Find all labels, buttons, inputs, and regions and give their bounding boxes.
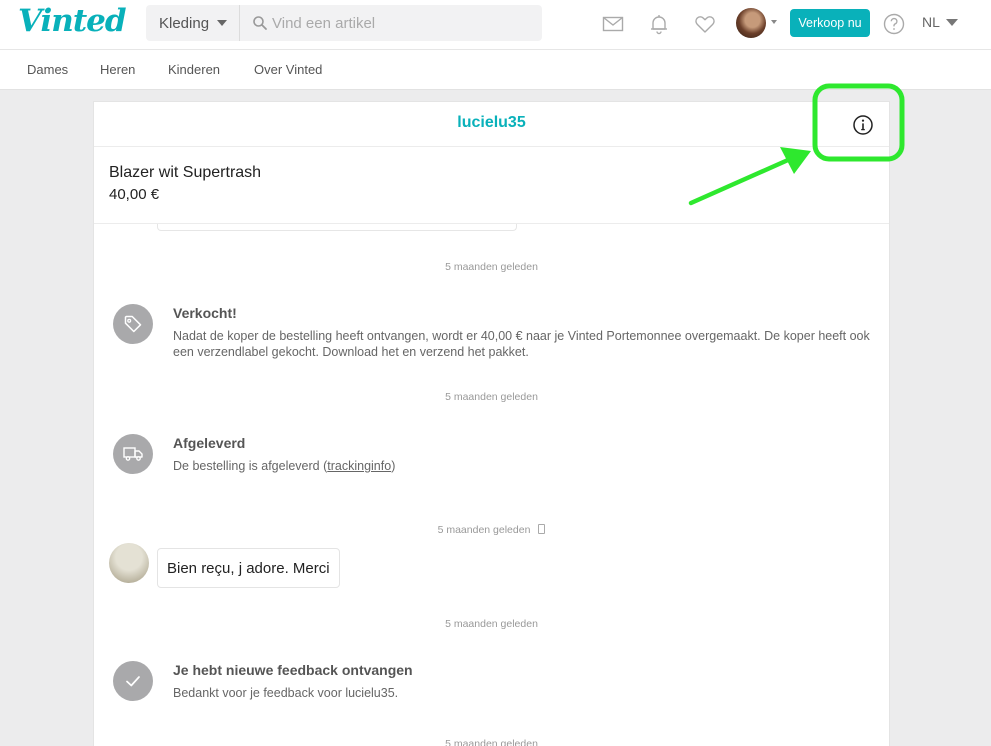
buyer-avatar[interactable] xyxy=(109,543,149,583)
truck-icon xyxy=(123,447,143,461)
event-text-prefix: De bestelling is afgeleverd ( xyxy=(173,459,328,473)
language-select[interactable]: NL xyxy=(922,14,958,30)
event-text: De bestelling is afgeleverd (trackinginf… xyxy=(173,458,873,474)
event-timestamp: 5 maanden geleden xyxy=(445,738,538,746)
mail-icon[interactable] xyxy=(601,12,625,36)
event-timestamp: 5 maanden geleden xyxy=(445,618,538,630)
sell-now-button[interactable]: Verkoop nu xyxy=(790,9,870,37)
category-nav: Dames Heren Kinderen Over Vinted xyxy=(0,50,991,90)
event-icon-circle xyxy=(113,304,153,344)
event-text: Nadat de koper de bestelling heeft ontva… xyxy=(173,329,870,359)
conversation-username[interactable]: lucielu35 xyxy=(94,114,889,132)
category-select-label: Kleding xyxy=(159,14,210,32)
help-icon[interactable] xyxy=(882,12,906,36)
item-title: Blazer wit Supertrash xyxy=(109,164,262,181)
category-select[interactable]: Kleding xyxy=(146,5,240,41)
nav-item-kinderen[interactable]: Kinderen xyxy=(168,62,220,77)
conversation-panel: lucielu35 Blazer wit Supertrash 40,00 € … xyxy=(93,101,890,746)
event-title: Afgeleverd xyxy=(173,435,246,451)
event-icon-circle xyxy=(113,434,153,474)
top-bar: Vinted Kleding Verkoop nu NL xyxy=(0,0,991,50)
info-icon[interactable] xyxy=(852,114,874,136)
message-bubble: Bien reçu, j adore. Merci xyxy=(157,548,340,588)
tracking-info-link[interactable]: trackinginfo xyxy=(327,459,391,473)
event-icon-circle xyxy=(113,661,153,701)
item-price: 40,00 € xyxy=(109,186,160,203)
mobile-device-icon xyxy=(538,524,546,534)
search-bar: Kleding xyxy=(146,5,542,41)
event-timestamp: 5 maanden geleden xyxy=(445,261,538,273)
language-label: NL xyxy=(922,14,940,30)
event-title: Je hebt nieuwe feedback ontvangen xyxy=(173,662,413,678)
heart-icon[interactable] xyxy=(693,12,717,36)
bell-icon[interactable] xyxy=(647,12,671,36)
message-timestamp: 5 maanden geleden xyxy=(437,524,531,536)
nav-item-heren[interactable]: Heren xyxy=(100,62,135,77)
tag-icon xyxy=(124,315,142,333)
item-summary[interactable]: Blazer wit Supertrash 40,00 € xyxy=(94,147,889,224)
nav-item-over-vinted[interactable]: Over Vinted xyxy=(254,62,322,77)
check-icon xyxy=(126,676,140,687)
event-timestamp: 5 maanden geleden xyxy=(445,391,538,403)
vinted-logo[interactable]: Vinted xyxy=(18,3,127,39)
chevron-down-icon xyxy=(945,18,958,26)
search-input[interactable] xyxy=(272,12,532,34)
nav-item-dames[interactable]: Dames xyxy=(27,62,68,77)
event-title: Verkocht! xyxy=(173,305,237,321)
message-timestamp-row: 5 maanden geleden xyxy=(94,524,889,536)
search-icon xyxy=(253,16,267,30)
chevron-down-icon xyxy=(217,20,228,26)
user-avatar[interactable] xyxy=(736,8,766,38)
conversation-header: lucielu35 xyxy=(94,102,889,147)
event-text-suffix: ) xyxy=(391,459,396,473)
avatar-chevron-down-icon[interactable] xyxy=(771,20,777,24)
event-text: Bedankt voor je feedback voor lucielu35. xyxy=(173,686,399,700)
